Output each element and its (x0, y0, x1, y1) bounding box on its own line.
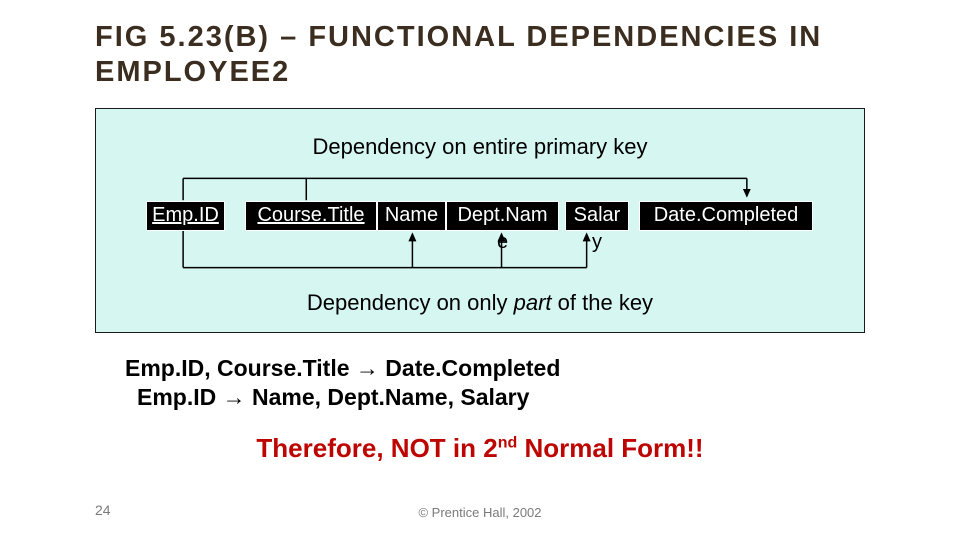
col-salary-overflow: y (566, 231, 628, 254)
fd-line-1: Emp.ID, Course.Title → Date.Completed (125, 355, 865, 382)
diagram-box: Dependency on entire primary key Emp.ID … (95, 108, 865, 333)
col-coursetitle: Course.Title (245, 201, 377, 231)
col-datecompleted: Date.Completed (639, 201, 813, 231)
col-salary: Salar y (565, 201, 629, 231)
dependency-statements: Emp.ID, Course.Title → Date.Completed Em… (125, 355, 865, 411)
schema-row: Emp.ID Course.Title Name Dept.Nam e Sala… (146, 201, 837, 231)
conclusion-text: Therefore, NOT in 2nd Normal Form!! (95, 433, 865, 464)
copyright-text: © Prentice Hall, 2002 (0, 505, 960, 520)
col-deptname: Dept.Nam e (446, 201, 559, 231)
col-empid: Emp.ID (146, 201, 225, 231)
slide-title: FIG 5.23(B) – FUNCTIONAL DEPENDENCIES IN… (95, 20, 865, 90)
fd-line-2: Emp.ID → Name, Dept.Name, Salary (137, 384, 865, 411)
col-deptname-overflow: e (447, 231, 558, 254)
top-dependency-label: Dependency on entire primary key (96, 134, 864, 160)
col-name: Name (377, 201, 446, 231)
bottom-dependency-label: Dependency on only part of the key (96, 290, 864, 316)
